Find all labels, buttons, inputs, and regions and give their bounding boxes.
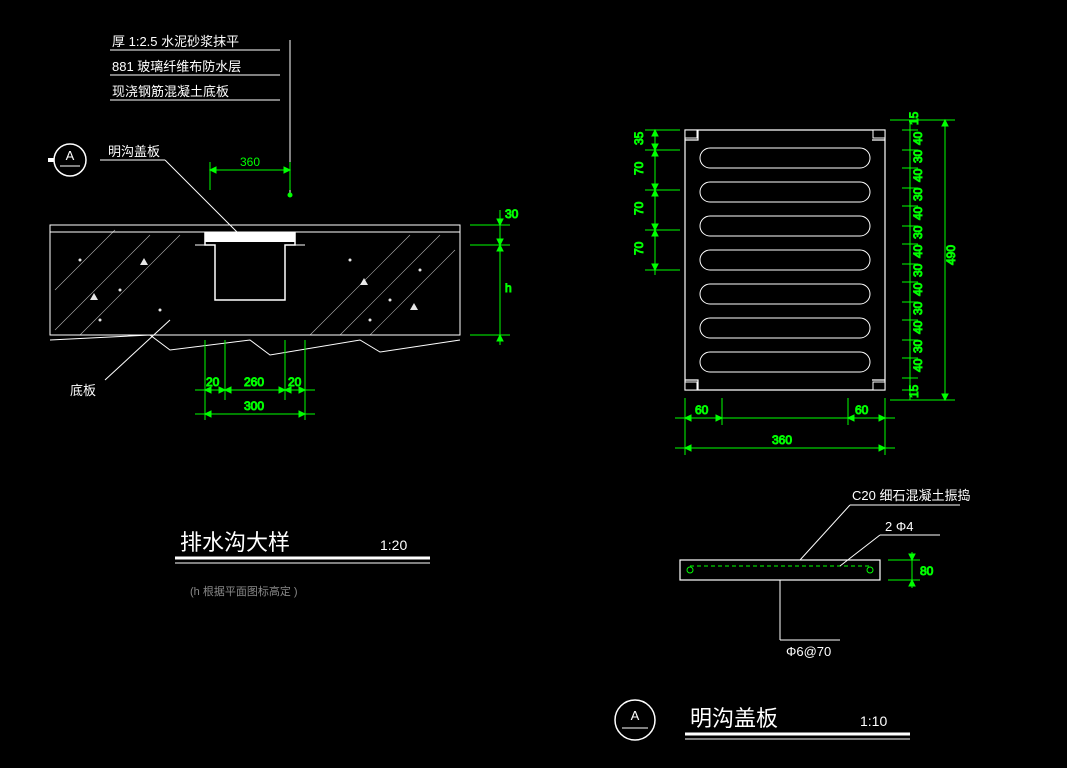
- left-title: 排水沟大样: [180, 530, 290, 555]
- plan-left-dims: 35 70 70 70: [632, 130, 680, 275]
- svg-text:360: 360: [772, 433, 792, 447]
- title-block-left: 排水沟大样 1:20 (h 根据平面图标高定 ): [175, 530, 430, 598]
- svg-text:15: 15: [907, 111, 921, 125]
- svg-text:40: 40: [911, 168, 925, 182]
- svg-text:30: 30: [911, 263, 925, 277]
- rebar-bot: Φ6@70: [786, 644, 831, 659]
- cover-plate-drawing: 35 70 70 70 490 15 15 40 30 40 30: [540, 0, 1067, 768]
- material-note: C20 细石混凝土振捣: [852, 488, 970, 503]
- cover-label: 明沟盖板: [108, 144, 160, 159]
- svg-text:30: 30: [911, 301, 925, 315]
- right-scale: 1:10: [860, 713, 887, 729]
- svg-text:30: 30: [911, 149, 925, 163]
- right-title: 明沟盖板: [690, 706, 778, 731]
- svg-text:260: 260: [244, 375, 264, 389]
- detail-marker-a: A: [48, 144, 86, 176]
- marker-a-letter: A: [66, 148, 75, 163]
- note-3: 现浇钢筋混凝土底板: [112, 84, 229, 99]
- svg-text:70: 70: [632, 201, 646, 215]
- bottom-label: 底板: [70, 383, 96, 398]
- plan-view: [685, 130, 885, 390]
- section-body: [50, 225, 460, 355]
- cover-callout: 明沟盖板: [100, 144, 240, 235]
- dim-360: 360: [210, 155, 290, 190]
- plan-right-dims: 490 15 15 40 30 40 30 40 30 40 30 40 30 …: [890, 111, 958, 400]
- dim-30-h: 30 h: [470, 207, 519, 345]
- cover-section: C20 细石混凝土振捣 2 Φ4 Φ6@70 80: [680, 488, 970, 659]
- note-2: 881 玻璃纤维布防水层: [112, 59, 241, 74]
- bottom-dims: 20 260 20 300: [195, 340, 315, 420]
- marker-a-right: A: [631, 708, 640, 723]
- left-scale: 1:20: [380, 537, 407, 553]
- bottom-plate-callout: 底板: [70, 320, 170, 398]
- layer-notes: 厚 1:2.5 水泥砂浆抹平 881 玻璃纤维布防水层 现浇钢筋混凝土底板: [110, 34, 292, 197]
- svg-text:30: 30: [911, 339, 925, 353]
- svg-text:300: 300: [244, 399, 264, 413]
- title-block-right: A 明沟盖板 1:10: [615, 700, 910, 740]
- svg-text:30: 30: [911, 225, 925, 239]
- svg-text:40: 40: [911, 320, 925, 334]
- note-1: 厚 1:2.5 水泥砂浆抹平: [112, 34, 239, 49]
- svg-text:35: 35: [632, 131, 646, 145]
- svg-text:20: 20: [206, 375, 220, 389]
- rebar-top: 2 Φ4: [885, 519, 913, 534]
- svg-text:h: h: [505, 281, 512, 295]
- svg-text:15: 15: [907, 384, 921, 398]
- svg-text:60: 60: [855, 403, 869, 417]
- svg-text:40: 40: [911, 358, 925, 372]
- svg-text:20: 20: [288, 375, 302, 389]
- plan-bottom-dims: 60 60 360: [675, 398, 895, 455]
- note-h: (h 根据平面图标高定 ): [190, 584, 298, 598]
- drainage-section-drawing: 厚 1:2.5 水泥砂浆抹平 881 玻璃纤维布防水层 现浇钢筋混凝土底板 明沟…: [0, 0, 520, 650]
- svg-text:70: 70: [632, 241, 646, 255]
- svg-text:360: 360: [240, 155, 260, 169]
- svg-text:40: 40: [911, 206, 925, 220]
- svg-text:80: 80: [920, 564, 934, 578]
- svg-text:40: 40: [911, 131, 925, 145]
- svg-text:490: 490: [944, 245, 958, 265]
- svg-text:40: 40: [911, 244, 925, 258]
- svg-text:30: 30: [911, 187, 925, 201]
- svg-text:40: 40: [911, 282, 925, 296]
- svg-text:30: 30: [505, 207, 519, 221]
- svg-text:60: 60: [695, 403, 709, 417]
- svg-text:70: 70: [632, 161, 646, 175]
